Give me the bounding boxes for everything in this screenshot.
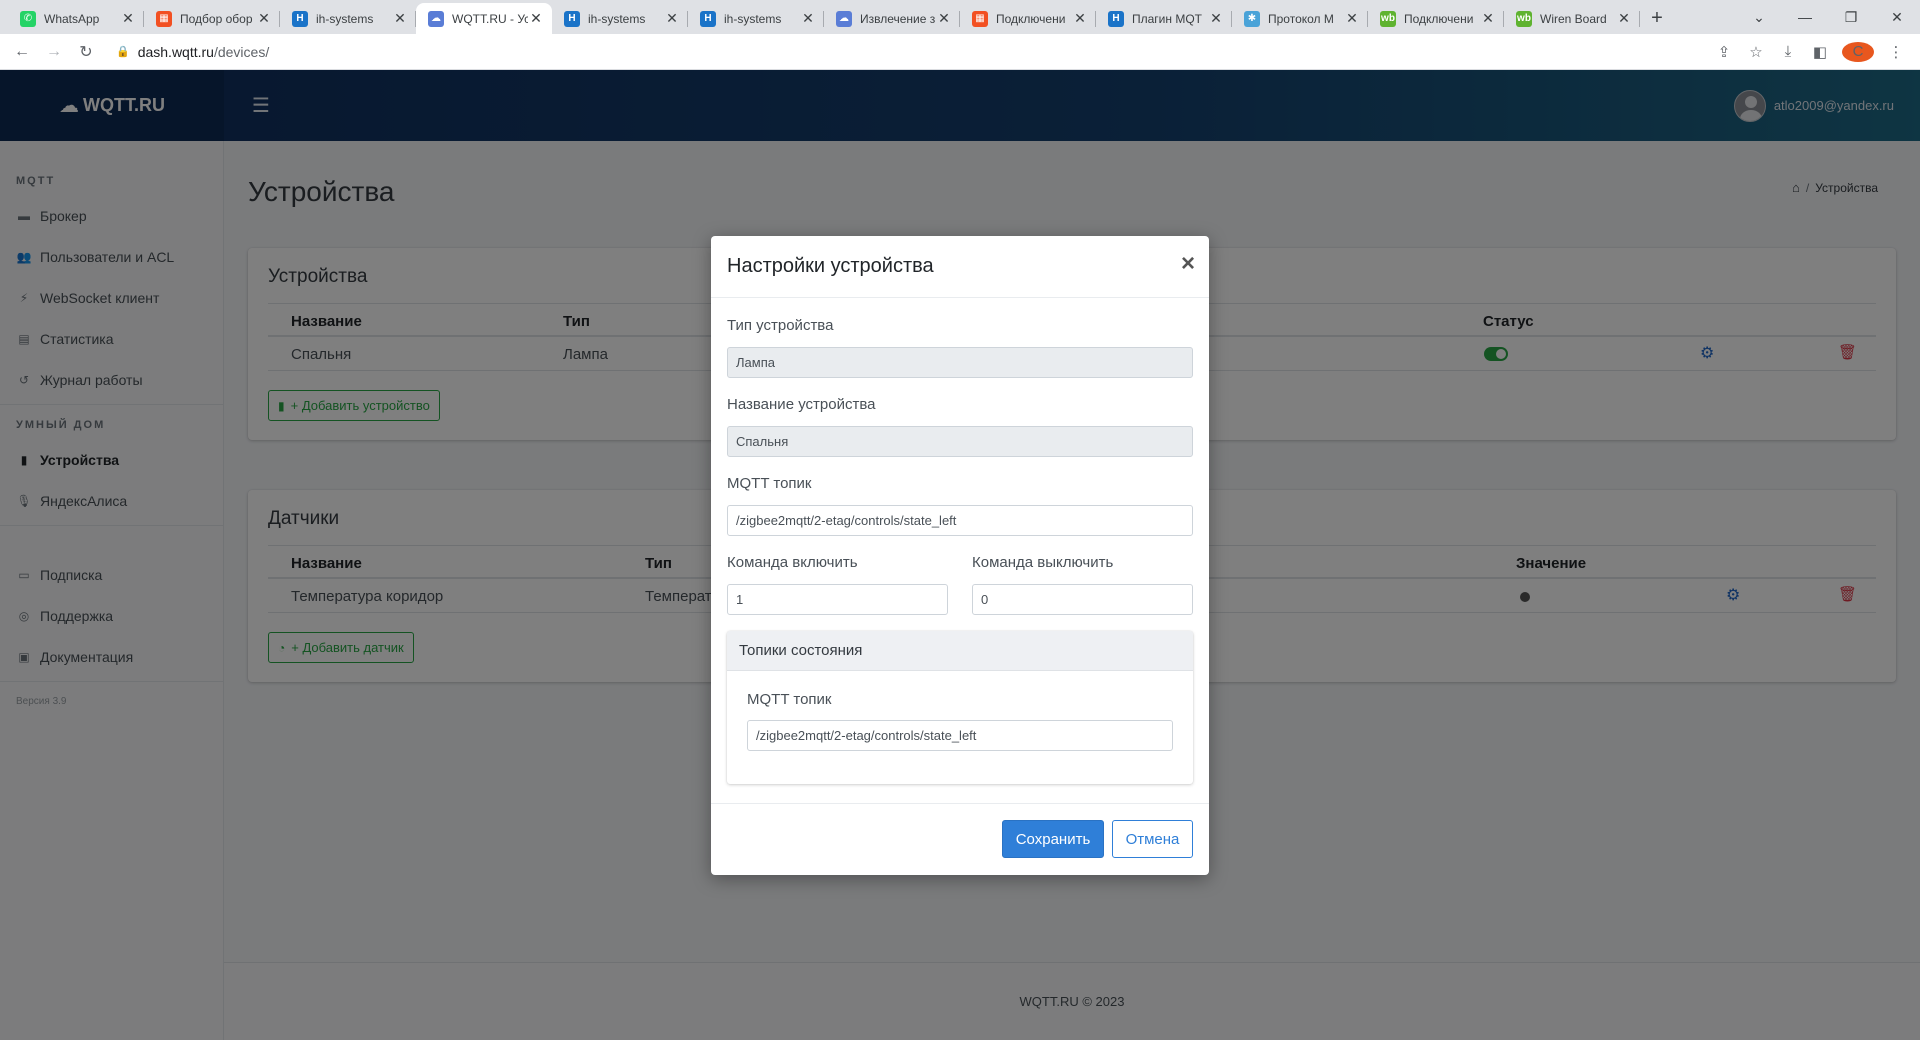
tab-close-icon[interactable]: ✕ [800, 10, 816, 27]
microsoft-icon: ▦ [156, 10, 172, 27]
device-settings-modal: Настройки устройства × Тип устройства Ла… [711, 236, 1209, 875]
tab-label: Протокол М [1268, 11, 1334, 26]
browser-tab[interactable]: wb Wiren Board ✕ [1504, 3, 1640, 34]
tab-close-icon[interactable]: ✕ [1208, 10, 1224, 27]
mqtt-topic-input[interactable]: /zigbee2mqtt/2-etag/controls/state_left [727, 505, 1193, 536]
command-on-label: Команда включить [727, 554, 858, 571]
tab-close-icon[interactable]: ✕ [528, 10, 544, 27]
tab-close-icon[interactable]: ✕ [1344, 10, 1360, 27]
address-bar: ← → ↻ 🔒 dash.wqtt.ru /devices/ ⇪ ☆ ⤓ ◧ C… [0, 34, 1920, 70]
browser-tab[interactable]: Hih-systems ✕ [552, 3, 688, 34]
tab-close-icon[interactable]: ✕ [1480, 10, 1496, 27]
url-host: dash.wqtt.ru [137, 43, 214, 60]
tab-label: Подключени [1404, 11, 1474, 26]
close-window-button[interactable]: ✕ [1874, 9, 1920, 26]
h-logo-icon: H [1108, 10, 1124, 27]
download-icon[interactable]: ⤓ [1772, 43, 1804, 60]
browser-tab[interactable]: ☁ Извлечение з ✕ [824, 3, 960, 34]
tab-label: Плагин MQT [1132, 11, 1203, 26]
state-topic-input[interactable]: /zigbee2mqtt/2-etag/controls/state_left [747, 720, 1173, 751]
wb-icon: wb [1380, 10, 1396, 27]
back-button[interactable]: ← [8, 38, 36, 66]
browser-tab[interactable]: ▦ Подключени ✕ [960, 3, 1096, 34]
modal-header: Настройки устройства × [711, 236, 1209, 298]
url-field[interactable]: 🔒 dash.wqtt.ru /devices/ [112, 38, 1708, 66]
save-button[interactable]: Сохранить [1002, 820, 1104, 858]
device-name-field: Спальня [727, 426, 1193, 457]
tab-search-icon[interactable]: ⌄ [1736, 9, 1782, 26]
browser-tab[interactable]: Hih-systems ✕ [688, 3, 824, 34]
tab-strip: ✆ WhatsApp ✕ ▦ Подбор обор ✕ Hih-systems ✕ ☁ WQTT… [0, 0, 1640, 34]
lock-icon: 🔒 [116, 46, 130, 58]
tab-close-icon[interactable]: ✕ [392, 10, 408, 27]
device-type-label: Тип устройства [727, 317, 834, 334]
tab-label: Wiren Board [1540, 11, 1607, 26]
tab-label: WhatsApp [44, 11, 100, 26]
tab-close-icon[interactable]: ✕ [120, 10, 136, 27]
reload-button[interactable]: ↻ [72, 38, 100, 66]
sidepanel-icon[interactable]: ◧ [1804, 43, 1836, 61]
state-topics-title: Топики состояния [739, 642, 863, 659]
share-icon[interactable]: ⇪ [1708, 43, 1740, 61]
url-path: /devices/ [213, 43, 270, 60]
menu-kebab-icon[interactable]: ⋮ [1880, 43, 1912, 61]
browser-toolbar: ⇪ ☆ ⤓ ◧ C ⋮ [1708, 41, 1912, 62]
h-logo-icon: H [564, 10, 580, 27]
puzzle-icon: ✱ [1244, 10, 1260, 27]
tab-close-icon[interactable]: ✕ [664, 10, 680, 27]
tab-close-icon[interactable]: ✕ [256, 10, 272, 27]
tab-label: Извлечение з [860, 11, 936, 26]
h-logo-icon: H [700, 10, 716, 27]
command-on-input[interactable]: 1 [727, 584, 948, 615]
browser-tab[interactable]: wb Подключени ✕ [1368, 3, 1504, 34]
state-topic-label: MQTT топик [747, 691, 832, 708]
whatsapp-icon: ✆ [20, 10, 36, 27]
cloud-icon: ☁ [428, 10, 444, 27]
wb-icon: wb [1516, 10, 1532, 27]
tab-label: Подключени [996, 11, 1066, 26]
tab-label: Подбор обор [180, 11, 253, 26]
tab-close-icon[interactable]: ✕ [936, 10, 952, 27]
tab-close-icon[interactable]: ✕ [1616, 10, 1632, 27]
state-topics-card: Топики состояния MQTT топик /zigbee2mqtt… [727, 631, 1193, 784]
command-off-input[interactable]: 0 [972, 584, 1193, 615]
minimize-button[interactable]: — [1782, 9, 1828, 25]
h-logo-icon: H [292, 10, 308, 27]
new-tab-button[interactable]: + [1640, 3, 1674, 34]
mqtt-topic-label: MQTT топик [727, 475, 812, 492]
browser-tab-bar: ✆ WhatsApp ✕ ▦ Подбор обор ✕ Hih-systems ✕ ☁ WQTT… [0, 0, 1920, 34]
tab-label: ih-systems [724, 11, 782, 26]
browser-tab[interactable]: ☁ WQTT.RU - Ус ✕ [416, 3, 552, 34]
device-name-label: Название устройства [727, 396, 876, 413]
cancel-button[interactable]: Отмена [1112, 820, 1193, 858]
star-icon[interactable]: ☆ [1740, 43, 1772, 61]
browser-tab[interactable]: ✆ WhatsApp ✕ [8, 3, 144, 34]
browser-tab[interactable]: ✱ Протокол М ✕ [1232, 3, 1368, 34]
tab-label: WQTT.RU - Ус [452, 11, 528, 26]
tab-close-icon[interactable]: ✕ [1072, 10, 1088, 27]
tab-label: ih-systems [588, 11, 646, 26]
window-controls: ⌄ — ❐ ✕ [1736, 0, 1920, 34]
command-off-label: Команда выключить [972, 554, 1114, 571]
browser-tab[interactable]: ▦ Подбор обор ✕ [144, 3, 280, 34]
browser-tab[interactable]: Hih-systems ✕ [280, 3, 416, 34]
device-type-field: Лампа [727, 347, 1193, 378]
modal-footer: Сохранить Отмена [711, 803, 1209, 875]
state-topics-header: Топики состояния [727, 631, 1193, 671]
cloud-icon: ☁ [836, 10, 852, 27]
restore-button[interactable]: ❐ [1828, 9, 1874, 26]
microsoft-icon: ▦ [972, 10, 988, 27]
tab-label: ih-systems [316, 11, 374, 26]
modal-title: Настройки устройства [727, 255, 934, 277]
browser-tab[interactable]: H Плагин MQT ✕ [1096, 3, 1232, 34]
forward-button[interactable]: → [40, 38, 68, 66]
profile-avatar[interactable]: C [1842, 41, 1874, 62]
close-icon[interactable]: × [1181, 250, 1195, 278]
